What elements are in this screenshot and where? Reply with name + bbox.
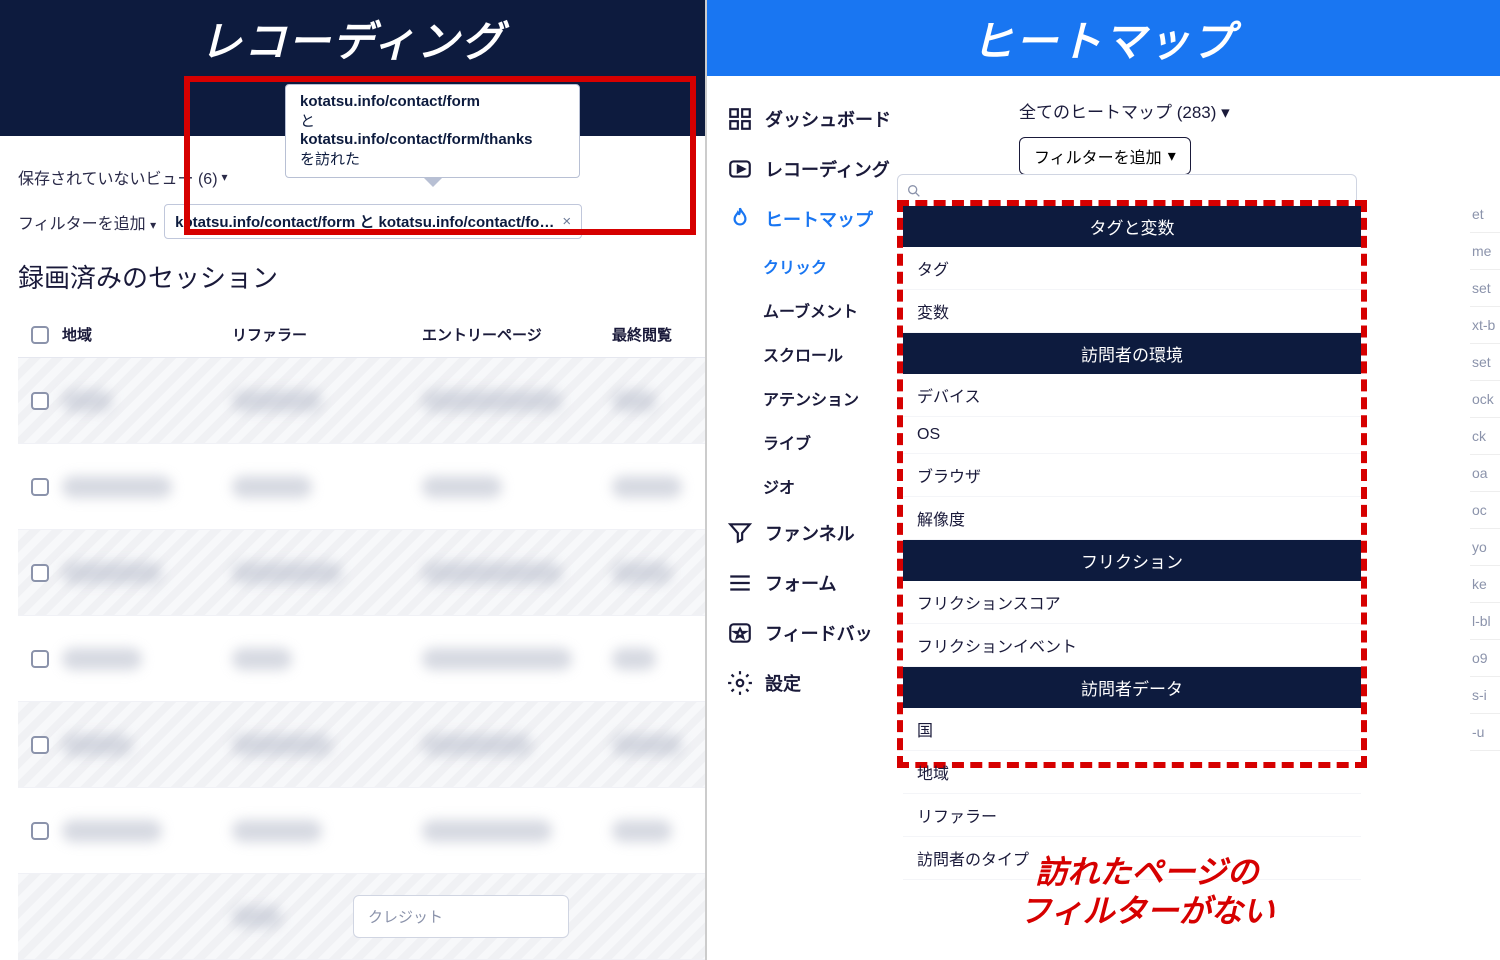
filter-fevent[interactable]: フリクションイベント bbox=[903, 624, 1361, 667]
tab-scroll[interactable]: スクロール bbox=[763, 332, 907, 376]
sidebar-item-settings[interactable]: 設定 bbox=[721, 658, 907, 708]
tab-movement[interactable]: ムーブメント bbox=[763, 288, 907, 332]
tab-live[interactable]: ライブ bbox=[763, 420, 907, 464]
sidebar-label: フォーム bbox=[765, 570, 836, 596]
chevron-down-icon: ▾ bbox=[1221, 103, 1230, 122]
col-last[interactable]: 最終閲覧 bbox=[612, 324, 705, 345]
heatmap-panel: ヒートマップ ダッシュボード レコーディング ヒートマップ クリック ムーブメン… bbox=[707, 0, 1500, 960]
table-header: 地域 リファラー エントリーページ 最終閲覧 bbox=[18, 312, 705, 358]
play-icon bbox=[727, 156, 753, 182]
sidebar-item-recording[interactable]: レコーディング bbox=[721, 144, 907, 194]
filter-tooltip: kotatsu.info/contact/form と kotatsu.info… bbox=[285, 84, 580, 178]
cat-env: 訪問者の環境 bbox=[903, 333, 1361, 374]
sidebar-item-heatmap[interactable]: ヒートマップ bbox=[721, 194, 907, 244]
gear-icon bbox=[727, 670, 753, 696]
table-row[interactable] bbox=[18, 358, 705, 444]
section-heading: 録画済みのセッション bbox=[18, 258, 278, 295]
filter-os[interactable]: OS bbox=[903, 417, 1361, 454]
funnel-icon bbox=[727, 520, 753, 546]
sidebar-label: 設定 bbox=[765, 670, 801, 696]
filter-browser[interactable]: ブラウザ bbox=[903, 454, 1361, 497]
tooltip-suffix: を訪れた bbox=[300, 148, 565, 169]
right-body: ダッシュボード レコーディング ヒートマップ クリック ムーブメント スクロール… bbox=[707, 76, 1500, 960]
main-column: 全てのヒートマップ (283) ▾ フィルターを追加 ▾ タグと変数 タグ 変数… bbox=[907, 76, 1500, 960]
row-checkbox[interactable] bbox=[31, 736, 49, 754]
chevron-down-icon: ▾ bbox=[1168, 146, 1176, 166]
star-icon bbox=[727, 620, 753, 646]
tooltip-conjunction: と bbox=[300, 110, 565, 131]
add-filter-button[interactable]: フィルターを追加 ▾ bbox=[1019, 137, 1191, 175]
select-all-checkbox[interactable] bbox=[31, 326, 49, 344]
row-checkbox[interactable] bbox=[31, 650, 49, 668]
row-checkbox[interactable] bbox=[31, 822, 49, 840]
row-checkbox[interactable] bbox=[31, 478, 49, 496]
sidebar-label: ファンネル bbox=[765, 520, 855, 546]
table-row[interactable] bbox=[18, 702, 705, 788]
filter-referrer[interactable]: リファラー bbox=[903, 794, 1361, 837]
tooltip-url-2: kotatsu.info/contact/form/thanks bbox=[300, 131, 565, 148]
sidebar-label: ヒートマップ bbox=[765, 206, 873, 232]
sidebar-item-dashboard[interactable]: ダッシュボード bbox=[721, 94, 907, 144]
recording-panel: レコーディング kotatsu.info/contact/form と kota… bbox=[0, 0, 707, 960]
filter-tags[interactable]: タグ bbox=[903, 247, 1361, 290]
annotation-text: 訪れたページの フィルターがない bbox=[947, 853, 1347, 930]
filter-fscore[interactable]: フリクションスコア bbox=[903, 581, 1361, 624]
add-filter-button[interactable]: フィルターを追加 ▾ bbox=[18, 210, 156, 234]
sessions-table: 地域 リファラー エントリーページ 最終閲覧 bbox=[18, 312, 705, 960]
search-icon bbox=[906, 183, 922, 199]
sidebar-label: レコーディング bbox=[765, 156, 890, 182]
flame-icon bbox=[727, 206, 753, 232]
table-row[interactable] bbox=[18, 530, 705, 616]
filter-vars[interactable]: 変数 bbox=[903, 290, 1361, 333]
col-entry[interactable]: エントリーページ bbox=[422, 324, 612, 345]
tab-click[interactable]: クリック bbox=[763, 244, 907, 288]
filter-resolution[interactable]: 解像度 bbox=[903, 497, 1361, 540]
row-checkbox[interactable] bbox=[31, 564, 49, 582]
tab-attention[interactable]: アテンション bbox=[763, 376, 907, 420]
table-row[interactable] bbox=[18, 788, 705, 874]
sidebar-item-funnel[interactable]: ファンネル bbox=[721, 508, 907, 558]
sidebar-nav: ダッシュボード レコーディング ヒートマップ クリック ムーブメント スクロール… bbox=[707, 76, 907, 960]
col-region[interactable]: 地域 bbox=[62, 324, 232, 345]
col-referrer[interactable]: リファラー bbox=[232, 324, 422, 345]
heatmap-title: ヒートマップ bbox=[971, 8, 1235, 69]
row-checkbox[interactable] bbox=[31, 392, 49, 410]
sidebar-item-form[interactable]: フォーム bbox=[721, 558, 907, 608]
table-row[interactable] bbox=[18, 616, 705, 702]
sidebar-label: フィードバッ bbox=[765, 620, 873, 646]
chevron-down-icon: ▾ bbox=[150, 218, 156, 232]
dashboard-icon bbox=[727, 106, 753, 132]
heatmap-header: ヒートマップ bbox=[707, 0, 1500, 76]
background-list: etmesetxt-bsetockckoaocyokel-blo9s-i-u bbox=[1470, 196, 1500, 896]
credit-input[interactable]: クレジット bbox=[353, 895, 569, 938]
filter-country[interactable]: 国 bbox=[903, 708, 1361, 751]
cat-visitor-data: 訪問者データ bbox=[903, 667, 1361, 708]
cat-friction: フリクション bbox=[903, 540, 1361, 581]
form-icon bbox=[727, 570, 753, 596]
table-row[interactable] bbox=[18, 444, 705, 530]
tab-geo[interactable]: ジオ bbox=[763, 464, 907, 508]
all-heatmaps-dropdown[interactable]: 全てのヒートマップ (283) ▾ bbox=[1019, 98, 1492, 123]
sidebar-item-feedback[interactable]: フィードバッ bbox=[721, 608, 907, 658]
filter-region[interactable]: 地域 bbox=[903, 751, 1361, 794]
recording-header: レコーディング bbox=[0, 0, 705, 76]
cat-tags-vars: タグと変数 bbox=[903, 206, 1361, 247]
recording-title: レコーディング bbox=[200, 8, 505, 69]
tooltip-url-1: kotatsu.info/contact/form bbox=[300, 93, 565, 110]
heatmap-subitems: クリック ムーブメント スクロール アテンション ライブ ジオ bbox=[721, 244, 907, 508]
sidebar-label: ダッシュボード bbox=[765, 106, 891, 132]
filter-device[interactable]: デバイス bbox=[903, 374, 1361, 417]
filter-dropdown-panel: タグと変数 タグ 変数 訪問者の環境 デバイス OS ブラウザ 解像度 フリクシ… bbox=[897, 200, 1367, 768]
